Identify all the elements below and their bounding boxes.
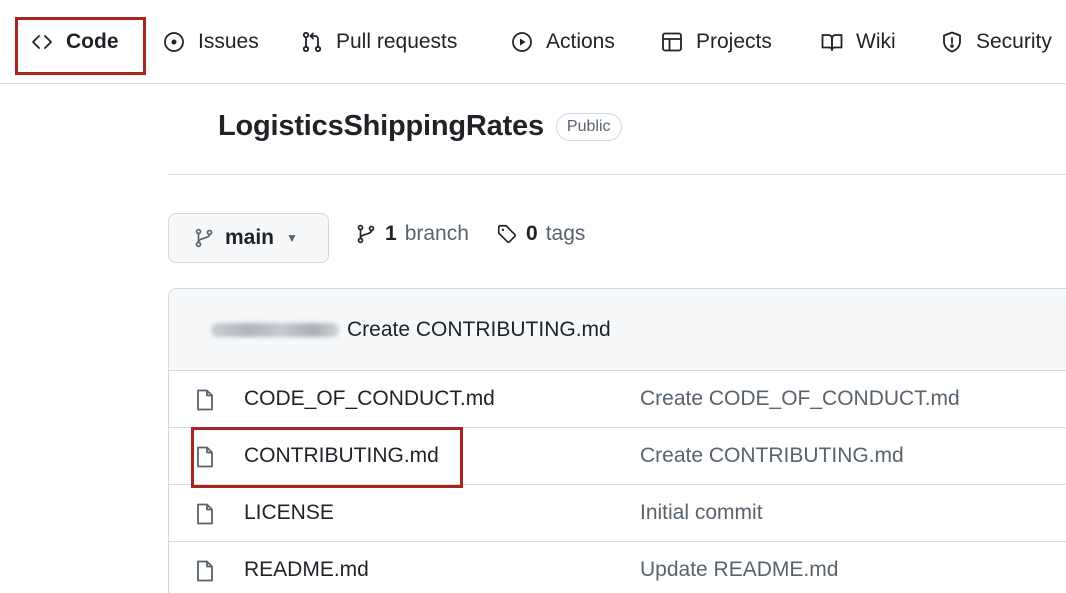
visibility-badge: Public <box>555 112 622 141</box>
file-name[interactable]: CODE_OF_CONDUCT.md <box>244 387 495 411</box>
latest-commit-bar: Create CONTRIBUTING.md <box>169 289 1066 371</box>
code-icon <box>32 35 52 49</box>
file-commit-message[interactable]: Update README.md <box>640 558 838 582</box>
repo-header: LogisticsShippingRates Public <box>218 110 622 143</box>
shield-icon <box>943 31 961 53</box>
repo-page: Code Issues Pull requests Actions Projec… <box>0 0 1066 593</box>
file-icon <box>197 503 213 525</box>
file-row: CODE_OF_CONDUCT.md Create CODE_OF_CONDUC… <box>169 371 1066 428</box>
table-icon <box>662 32 682 52</box>
file-name[interactable]: LICENSE <box>244 501 334 525</box>
tags-link[interactable]: 0 tags <box>496 222 585 246</box>
tab-issues-label: Issues <box>198 30 259 53</box>
current-branch: main <box>225 226 275 249</box>
branches-link[interactable]: 1 branch <box>355 222 469 246</box>
file-commit-message[interactable]: Create CONTRIBUTING.md <box>640 444 904 468</box>
tab-issues[interactable]: Issues <box>162 18 259 66</box>
file-icon <box>197 446 213 468</box>
git-pull-request-icon <box>302 31 322 53</box>
file-row: CONTRIBUTING.md Create CONTRIBUTING.md <box>169 428 1066 485</box>
book-icon <box>821 34 843 51</box>
file-icon <box>197 560 213 582</box>
tab-security[interactable]: Security <box>940 18 1052 66</box>
tag-label: tags <box>545 222 586 245</box>
file-commit-message[interactable]: Initial commit <box>640 501 763 525</box>
git-branch-icon <box>195 228 213 248</box>
tab-projects[interactable]: Projects <box>660 18 772 66</box>
tab-actions-label: Actions <box>546 30 615 53</box>
header-divider <box>168 174 1066 175</box>
tab-security-label: Security <box>976 30 1052 53</box>
tab-code[interactable]: Code <box>30 18 119 66</box>
tag-count: 0 <box>526 222 538 245</box>
repo-name[interactable]: LogisticsShippingRates <box>218 110 544 143</box>
tab-actions[interactable]: Actions <box>510 18 615 66</box>
file-name[interactable]: CONTRIBUTING.md <box>244 444 439 468</box>
file-row: README.md Update README.md <box>169 542 1066 593</box>
tab-pull-requests[interactable]: Pull requests <box>300 18 457 66</box>
tab-wiki-label: Wiki <box>856 30 896 53</box>
play-icon <box>512 32 532 52</box>
latest-commit-message[interactable]: Create CONTRIBUTING.md <box>347 318 611 342</box>
file-icon <box>197 389 213 411</box>
tab-code-label: Code <box>66 30 119 53</box>
file-commit-message[interactable]: Create CODE_OF_CONDUCT.md <box>640 387 960 411</box>
tab-projects-label: Projects <box>696 30 772 53</box>
chevron-down-icon: ▼ <box>286 231 298 245</box>
repo-tab-nav: Code Issues Pull requests Actions Projec… <box>0 0 1066 84</box>
file-row: LICENSE Initial commit <box>169 485 1066 542</box>
tab-wiki[interactable]: Wiki <box>820 18 896 66</box>
git-branch-icon <box>357 224 375 244</box>
issue-opened-icon <box>164 32 184 52</box>
branch-select-button[interactable]: main ▼ <box>168 213 329 263</box>
tag-icon <box>497 224 516 243</box>
branch-label: branch <box>404 222 469 245</box>
blurred-author-name <box>211 322 339 337</box>
branch-count: 1 <box>385 222 397 245</box>
file-name[interactable]: README.md <box>244 558 369 582</box>
file-listing: Create CONTRIBUTING.md CODE_OF_CONDUCT.m… <box>168 288 1066 593</box>
tab-pull-requests-label: Pull requests <box>336 30 458 53</box>
